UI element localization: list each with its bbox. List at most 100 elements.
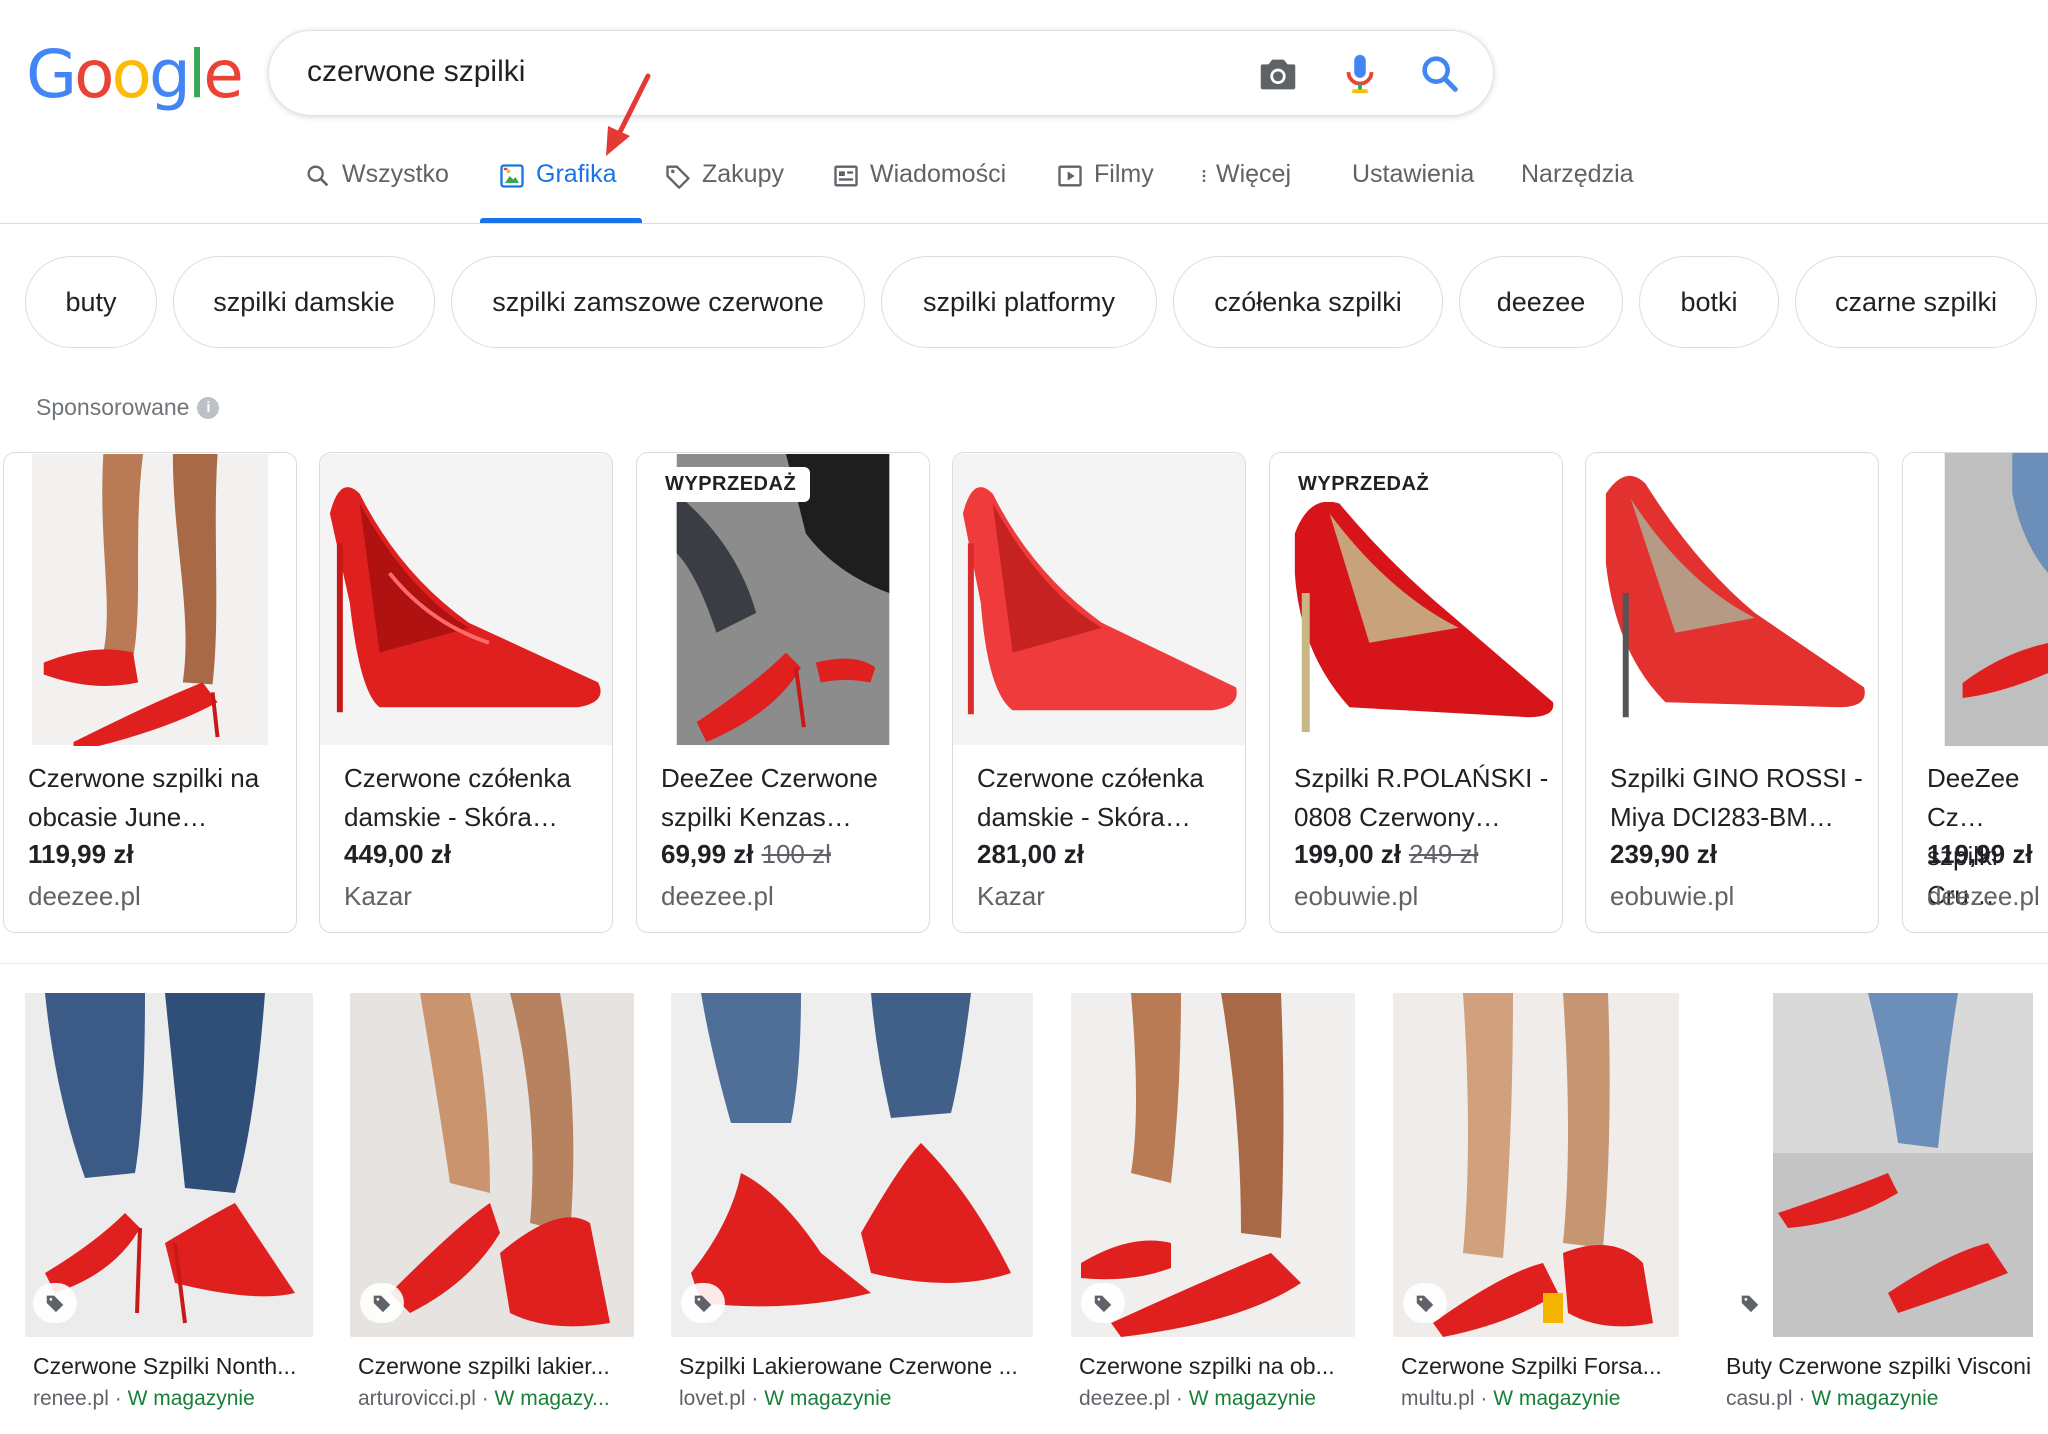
google-logo[interactable]: Google [26,36,244,113]
camera-icon[interactable] [1255,51,1301,97]
product-card[interactable]: Szpilki GINO ROSSI - Miya DCI283-BM… 239… [1585,452,1879,933]
product-store: eobuwie.pl [1610,881,1735,911]
product-price: 199,00 zł 249 zł [1294,839,1478,870]
tab-videos[interactable]: Filmy [1056,160,1154,224]
product-card[interactable]: Czerwone czółenka damskie - Skóra… 281,0… [952,452,1246,933]
product-price: 69,99 zł 100 zł [661,839,831,870]
product-card[interactable]: Czerwone czółenka damskie - Skóra… 449,0… [319,452,613,933]
info-icon[interactable]: i [197,396,220,419]
tab-label: Filmy [1094,160,1154,188]
product-title[interactable]: Szpilki GINO ROSSI - Miya DCI283-BM… [1610,759,1866,837]
product-card[interactable]: WYPRZEDAŻ Szpilki R.POLAŃSKI - 0808 Czer… [1269,452,1563,933]
stock-status: W magazynie [1493,1387,1621,1410]
product-image [320,453,612,746]
result-source: lovet.pl · W magazynie [679,1387,892,1410]
chip-suggestion[interactable]: deezee [1459,256,1623,348]
image-icon [500,164,524,188]
chip-suggestion[interactable]: czarne szpilki [1795,256,2037,348]
product-image [4,453,296,746]
product-card[interactable]: WYPRZEDAŻ DeeZee Czerwone szpilki Kenzas… [636,452,930,933]
image-result[interactable]: Czerwone szpilki lakier... arturovicci.p… [350,993,634,1413]
chip-suggestion[interactable]: botki [1639,256,1779,348]
header-divider [0,223,2048,224]
tab-label: Zakupy [702,160,784,188]
logo-letter: e [203,36,244,113]
result-source: arturovicci.pl · W magazy... [358,1387,610,1410]
search-box[interactable]: czerwone szpilki [268,30,1494,116]
product-title[interactable]: Czerwone szpilki na obcasie June… [28,759,284,837]
shopping-tag-icon [681,1283,725,1323]
result-title[interactable]: Czerwone Szpilki Forsa... [1401,1353,1687,1380]
result-title[interactable]: Buty Czerwone szpilki Visconi [1726,1353,2048,1380]
shopping-tag-icon [360,1283,404,1323]
image-result[interactable]: Czerwone Szpilki Nonth... renee.pl · W m… [17,993,313,1413]
image-result[interactable]: Buty Czerwone szpilki Visconi casu.pl · … [1718,993,2048,1413]
tab-label: Wiadomości [870,160,1007,188]
current-price: 69,99 zł [661,839,754,869]
more-vert-icon [1202,170,1206,182]
source-domain: deezee.pl [1079,1387,1171,1410]
stock-status: W magazynie [127,1387,255,1410]
product-price: 239,90 zł [1610,839,1717,870]
result-title[interactable]: Czerwone szpilki lakier... [358,1353,642,1380]
shopping-tag-icon [1728,1283,1772,1323]
tab-images[interactable]: Grafika [498,160,617,224]
product-title[interactable]: Czerwone czółenka damskie - Skóra… [344,759,600,837]
result-title[interactable]: Szpilki Lakierowane Czerwone ... [679,1353,1041,1380]
current-price: 239,90 zł [1610,839,1717,869]
tab-label: Narzędzia [1521,160,1634,188]
product-card[interactable]: Czerwone szpilki na obcasie June… 119,99… [3,452,297,933]
tab-all[interactable]: Wszystko [304,160,449,224]
logo-letter: o [111,36,152,113]
product-card[interactable]: DeeZee Cz… szpilki Cru… 119,99 zł deezee… [1902,452,2048,933]
product-store: deezee.pl [28,881,141,911]
product-title[interactable]: DeeZee Czerwone szpilki Kenzas… [661,759,917,837]
chip-suggestion[interactable]: szpilki platformy [881,256,1157,348]
current-price: 119,99 zł [28,839,134,869]
section-divider [0,963,2048,964]
search-icon[interactable] [1417,51,1463,97]
product-store: deezee.pl [1927,881,2040,911]
current-price: 281,00 zł [977,839,1084,869]
tab-tools[interactable]: Narzędzia [1521,160,1634,224]
sponsored-text: Sponsorowane [36,394,190,420]
product-price: 449,00 zł [344,839,451,870]
tab-label: Grafika [536,160,617,188]
shopping-tag-icon [33,1283,77,1323]
tab-settings[interactable]: Ustawienia [1352,160,1474,224]
result-title[interactable]: Czerwone szpilki na ob... [1079,1353,1363,1380]
news-icon [834,165,858,187]
product-title[interactable]: Czerwone czółenka damskie - Skóra… [977,759,1233,837]
tab-more[interactable]: Więcej [1196,160,1291,224]
source-domain: casu.pl [1726,1387,1793,1410]
sponsored-label: Sponsorowane i [36,394,220,421]
product-title[interactable]: Szpilki R.POLAŃSKI - 0808 Czerwony… [1294,759,1550,837]
source-domain: arturovicci.pl [358,1387,476,1410]
product-store: eobuwie.pl [1294,881,1419,911]
image-result[interactable]: Szpilki Lakierowane Czerwone ... lovet.p… [671,993,1033,1413]
stock-status: W magazynie [764,1387,892,1410]
result-source: multu.pl · W magazynie [1401,1387,1621,1410]
product-price: 281,00 zł [977,839,1084,870]
tab-shopping[interactable]: Zakupy [664,160,784,224]
stock-status: W magazy... [494,1387,610,1410]
product-store: deezee.pl [661,881,774,911]
tab-news[interactable]: Wiadomości [832,160,1006,224]
chip-suggestion[interactable]: szpilki damskie [173,256,435,348]
tab-label: Więcej [1216,160,1292,188]
search-input[interactable]: czerwone szpilki [307,55,525,89]
old-price: 249 zł [1408,839,1479,869]
chip-suggestion[interactable]: czółenka szpilki [1173,256,1443,348]
chip-suggestion[interactable]: szpilki zamszowe czerwone [451,256,865,348]
result-title[interactable]: Czerwone Szpilki Nonth... [33,1353,313,1380]
microphone-icon[interactable] [1337,51,1383,97]
shopping-tag-icon [1081,1283,1125,1323]
image-result[interactable]: Czerwone Szpilki Forsa... multu.pl · W m… [1393,993,1679,1413]
sale-badge: WYPRZEDAŻ [651,467,811,502]
search-tabs: Wszystko Grafika Zakupy Wiadomości Filmy… [0,160,2048,224]
image-result[interactable]: Czerwone szpilki na ob... deezee.pl · W … [1071,993,1355,1413]
logo-letter: l [187,36,206,113]
play-icon [1058,165,1082,187]
chip-suggestion[interactable]: buty [25,256,157,348]
result-source: renee.pl · W magazynie [33,1387,255,1410]
